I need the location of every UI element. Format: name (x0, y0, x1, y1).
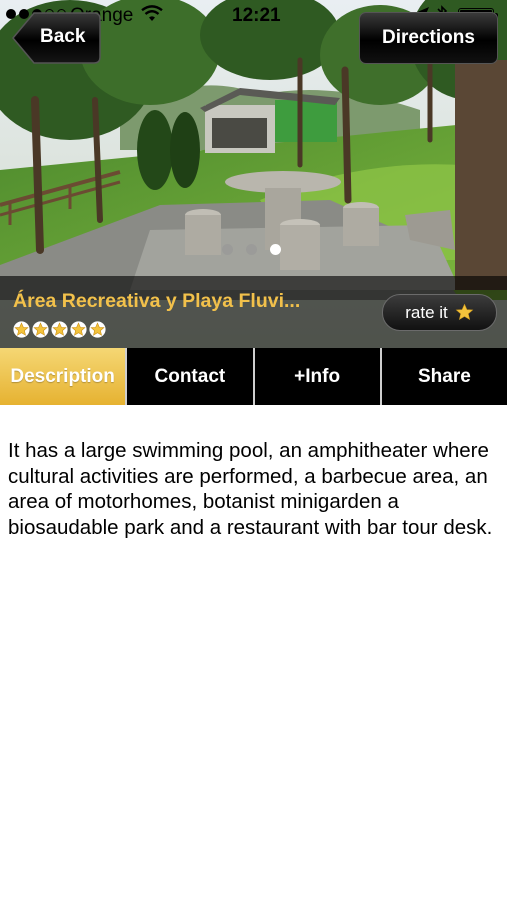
place-title: Área Recreativa y Playa Fluvi... (13, 290, 301, 312)
detail-tabs: Description Contact +Info Share (0, 348, 507, 405)
page-dot[interactable] (222, 244, 233, 255)
tab-more-info[interactable]: +Info (252, 348, 380, 405)
tab-contact[interactable]: Contact (125, 348, 252, 405)
back-button[interactable]: Back (12, 12, 101, 64)
star-icon (455, 303, 474, 321)
star-icon (51, 321, 68, 338)
directions-button[interactable]: Directions (359, 12, 498, 64)
rating-stars (13, 321, 106, 338)
star-icon (89, 321, 106, 338)
page-dot[interactable] (246, 244, 257, 255)
wifi-icon (141, 5, 163, 29)
clock: 12:21 (232, 5, 281, 26)
page-dot-active[interactable] (270, 244, 281, 255)
tab-share[interactable]: Share (379, 348, 507, 405)
tab-description[interactable]: Description (0, 348, 126, 405)
description-text: It has a large swimming pool, an amphith… (8, 439, 493, 539)
star-icon (13, 321, 30, 338)
rate-it-button[interactable]: rate it (382, 294, 497, 331)
star-icon (32, 321, 49, 338)
back-button-label: Back (40, 26, 86, 47)
rate-it-label: rate it (405, 302, 448, 322)
gallery-page-indicator[interactable] (222, 244, 281, 255)
star-icon (70, 321, 87, 338)
